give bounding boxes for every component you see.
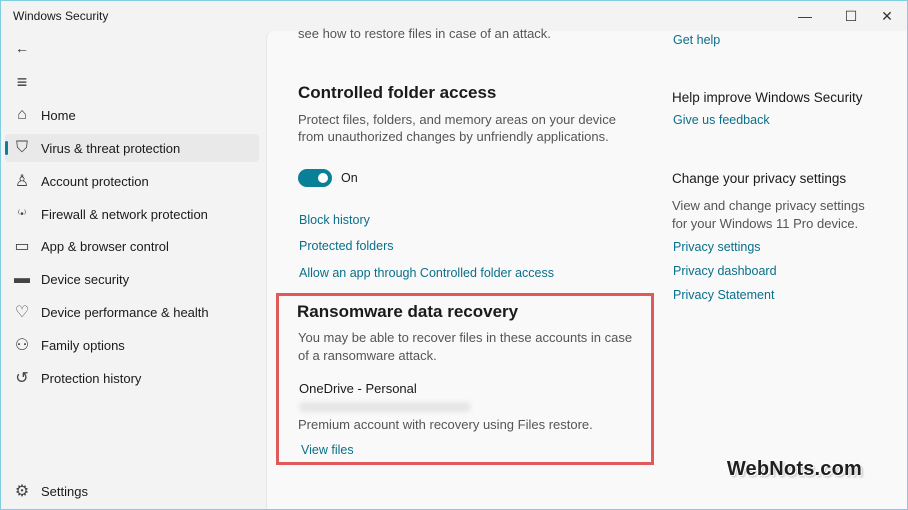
protected-folders-link[interactable]: Protected folders: [299, 239, 394, 253]
back-arrow-icon: ←: [15, 40, 29, 56]
get-help-link[interactable]: Get help: [673, 33, 720, 47]
ransomware-recovery-heading: Ransomware data recovery: [297, 302, 519, 321]
sidebar-item-account-protection[interactable]: ♙ Account protection: [5, 167, 259, 195]
onedrive-account-name: OneDrive - Personal: [299, 381, 417, 396]
browser-icon: ▭: [14, 238, 30, 255]
sidebar-item-family-options[interactable]: ⚇ Family options: [5, 331, 259, 359]
menu-button[interactable]: ≡: [11, 71, 33, 93]
heart-pulse-icon: ♡: [14, 304, 30, 321]
minimize-icon: —: [798, 8, 812, 24]
maximize-icon: ☐: [844, 7, 858, 24]
sidebar-item-label: Device security: [41, 271, 130, 287]
recovery-description-line1: You may be able to recover files in thes…: [298, 330, 633, 345]
window-title: Windows Security: [13, 9, 109, 23]
sidebar-item-protection-history[interactable]: ↺ Protection history: [5, 364, 259, 392]
give-feedback-link[interactable]: Give us feedback: [673, 113, 770, 127]
sidebar-item-label: Family options: [41, 337, 125, 353]
sidebar-item-home[interactable]: ⌂ Home: [5, 101, 259, 129]
cfa-description-line1: Protect files, folders, and memory areas…: [298, 112, 616, 127]
hamburger-menu-icon: ≡: [16, 71, 28, 92]
person-icon: ♙: [14, 173, 30, 190]
cfa-toggle-switch[interactable]: [298, 169, 332, 187]
sidebar-item-app-browser-control[interactable]: ▭ App & browser control: [5, 232, 259, 260]
cfa-heading: Controlled folder access: [298, 83, 497, 102]
maximize-button[interactable]: ☐: [833, 1, 869, 31]
privacy-settings-link[interactable]: Privacy settings: [673, 240, 761, 254]
restore-files-text: see how to restore files in case of an a…: [298, 26, 551, 41]
history-icon: ↺: [15, 370, 29, 387]
privacy-description-line2: for your Windows 11 Pro device.: [672, 216, 859, 231]
cfa-description-line2: from unauthorized changes by unfriendly …: [298, 129, 609, 144]
shield-icon: ⛉: [15, 139, 28, 156]
gear-icon: ⚙: [14, 483, 30, 500]
privacy-statement-link[interactable]: Privacy Statement: [673, 288, 774, 302]
main-content: see how to restore files in case of an a…: [266, 26, 907, 509]
windows-security-window: Windows Security — ☐ ✕ ← ≡ ⌂ Home ⛉ Viru…: [0, 0, 908, 510]
sidebar-item-firewall[interactable]: ⁽•⁾ Firewall & network protection: [5, 200, 259, 228]
family-icon: ⚇: [14, 337, 30, 354]
sidebar-item-settings[interactable]: ⚙ Settings: [5, 477, 259, 505]
toggle-knob: [318, 173, 328, 183]
sidebar-item-label: App & browser control: [41, 238, 169, 254]
recovery-description-line2: of a ransomware attack.: [298, 348, 437, 363]
help-improve-heading: Help improve Windows Security: [672, 90, 863, 105]
view-files-link[interactable]: View files: [301, 443, 354, 457]
back-button[interactable]: ←: [11, 37, 33, 59]
sidebar-item-label: Settings: [41, 483, 88, 499]
close-button[interactable]: ✕: [869, 1, 905, 31]
cfa-toggle-label: On: [341, 171, 358, 185]
webnots-watermark: WebNots.com: [726, 458, 862, 480]
sidebar-item-label: Protection history: [41, 370, 142, 386]
block-history-link[interactable]: Block history: [299, 213, 370, 227]
privacy-settings-heading: Change your privacy settings: [672, 171, 847, 186]
wifi-icon: ⁽•⁾: [17, 208, 27, 220]
privacy-description-line1: View and change privacy settings: [672, 198, 865, 213]
privacy-dashboard-link[interactable]: Privacy dashboard: [673, 264, 777, 278]
sidebar-item-label: Virus & threat protection: [41, 140, 181, 156]
minimize-button[interactable]: —: [787, 1, 823, 31]
sidebar-item-label: Home: [41, 107, 76, 123]
allow-app-link[interactable]: Allow an app through Controlled folder a…: [299, 266, 554, 280]
close-icon: ✕: [881, 7, 893, 24]
sidebar-item-label: Account protection: [41, 173, 149, 189]
home-icon: ⌂: [17, 106, 27, 123]
sidebar-item-label: Firewall & network protection: [41, 206, 208, 222]
laptop-icon: ▬: [14, 270, 30, 287]
account-recovery-note: Premium account with recovery using File…: [298, 417, 593, 432]
sidebar-item-label: Device performance & health: [41, 304, 209, 320]
blurred-email: [299, 402, 471, 412]
sidebar-item-device-security[interactable]: ▬ Device security: [5, 265, 259, 293]
sidebar-item-virus-threat-protection[interactable]: ⛉ Virus & threat protection: [5, 134, 259, 162]
sidebar: ← ≡ ⌂ Home ⛉ Virus & threat protection ♙…: [1, 31, 265, 509]
sidebar-item-device-performance[interactable]: ♡ Device performance & health: [5, 298, 259, 326]
